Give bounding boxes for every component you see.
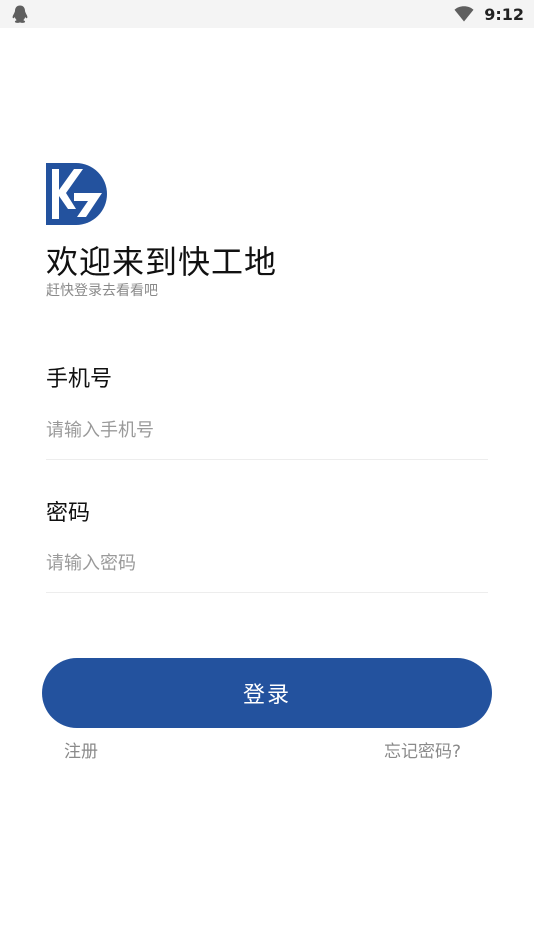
status-bar: 9:12 xyxy=(0,0,534,28)
login-button[interactable]: 登录 xyxy=(42,658,492,728)
password-label: 密码 xyxy=(46,501,91,526)
phone-divider xyxy=(46,459,488,460)
welcome-subtitle: 赶快登录去看看吧 xyxy=(46,283,158,299)
status-time: 9:12 xyxy=(484,4,524,24)
forgot-password-link[interactable]: 忘记密码? xyxy=(384,741,461,763)
password-divider xyxy=(46,592,488,593)
register-link[interactable]: 注册 xyxy=(64,741,98,763)
phone-input[interactable] xyxy=(46,412,486,448)
wifi-icon xyxy=(454,5,474,23)
phone-label: 手机号 xyxy=(46,367,113,392)
kg-logo-icon xyxy=(46,163,108,225)
password-input[interactable] xyxy=(46,545,486,581)
welcome-title: 欢迎来到快工地 xyxy=(46,243,278,281)
qq-penguin-icon xyxy=(10,4,30,24)
